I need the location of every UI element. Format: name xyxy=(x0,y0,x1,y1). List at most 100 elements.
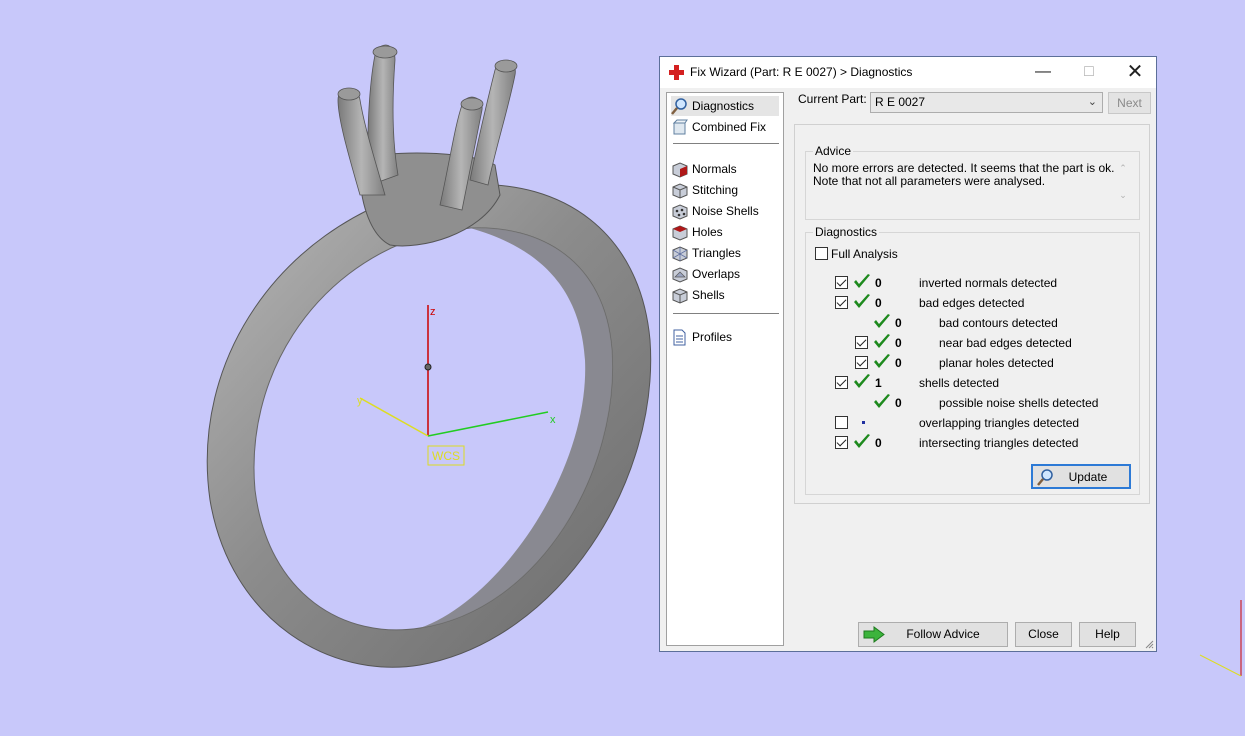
x-axis-label: x xyxy=(550,414,556,426)
diagnostic-checkbox[interactable] xyxy=(835,436,848,449)
follow-advice-label: Follow Advice xyxy=(906,627,980,641)
help-button[interactable]: Help xyxy=(1079,622,1136,647)
green-check-icon xyxy=(874,354,890,368)
green-check-icon xyxy=(874,394,890,408)
diagnostic-label: inverted normals detected xyxy=(919,276,1058,290)
wcs-label: WCS xyxy=(432,449,460,463)
current-part-value: R E 0027 xyxy=(875,95,926,109)
nav-item-shells[interactable]: Shells xyxy=(671,285,779,305)
nav-divider xyxy=(673,313,779,314)
nav-item-label: Profiles xyxy=(692,330,733,344)
pending-dot-icon xyxy=(862,421,865,424)
y-axis-label: y xyxy=(357,395,363,407)
nav-item-noise-shells[interactable]: Noise Shells xyxy=(671,201,779,221)
diagnostic-count: 0 xyxy=(875,296,882,310)
ring-model[interactable] xyxy=(206,44,652,668)
nav-item-combined-fix[interactable]: Combined Fix xyxy=(671,117,779,137)
overlaps-cube-icon xyxy=(672,266,688,283)
diagnostic-label: overlapping triangles detected xyxy=(919,416,1080,430)
shells-cube-icon xyxy=(672,287,688,304)
diagnostic-checkbox[interactable] xyxy=(855,336,868,349)
nav-item-label: Combined Fix xyxy=(692,120,767,134)
diagnostics-title: Diagnostics xyxy=(813,225,880,239)
diagnostic-count: 0 xyxy=(895,356,902,370)
nav-item-stitching[interactable]: Stitching xyxy=(671,180,779,200)
diagnostic-label: possible noise shells detected xyxy=(939,396,1099,410)
diagnostic-count: 0 xyxy=(875,436,882,450)
diagnostic-label: bad edges detected xyxy=(919,296,1025,310)
normals-cube-icon xyxy=(672,161,688,178)
diagnostic-count: 0 xyxy=(875,276,882,290)
nav-divider xyxy=(673,143,779,144)
nav-item-profiles[interactable]: Profiles xyxy=(671,327,779,347)
nav-item-overlaps[interactable]: Overlaps xyxy=(671,264,779,284)
title-bar[interactable]: Fix Wizard (Part: R E 0027) > Diagnostic… xyxy=(660,57,1156,88)
nav-item-label: Diagnostics xyxy=(692,99,755,113)
nav-item-label: Overlaps xyxy=(692,267,741,281)
current-part-select[interactable]: R E 0027 ⌄ xyxy=(870,92,1103,113)
diagnostic-checkbox[interactable] xyxy=(835,416,848,429)
close-window-button[interactable]: ✕ xyxy=(1112,57,1158,88)
nav-item-normals[interactable]: Normals xyxy=(671,159,779,179)
resize-grip-icon[interactable] xyxy=(1144,639,1154,649)
green-arrow-right-icon xyxy=(863,626,885,643)
magnifier-icon xyxy=(671,97,687,115)
next-button[interactable]: Next xyxy=(1108,92,1151,114)
minimize-button[interactable]: — xyxy=(1020,57,1066,88)
update-label: Update xyxy=(1068,470,1108,484)
maximize-button[interactable]: □ xyxy=(1066,57,1112,88)
red-cross-app-icon xyxy=(669,65,684,80)
axis-origin-marker xyxy=(424,363,432,371)
nav-item-label: Normals xyxy=(692,162,737,176)
scroll-up-icon[interactable]: ⌃ xyxy=(1115,162,1131,175)
update-button[interactable]: Update xyxy=(1031,464,1131,489)
dialog-title: Fix Wizard (Part: R E 0027) > Diagnostic… xyxy=(690,65,913,79)
chevron-down-icon: ⌄ xyxy=(1087,96,1097,108)
advice-line: Note that not all parameters were analys… xyxy=(813,174,1046,188)
diagnostic-checkbox[interactable] xyxy=(835,276,848,289)
follow-advice-button[interactable]: Follow Advice xyxy=(858,622,1008,647)
green-check-icon xyxy=(874,334,890,348)
advice-text-box: No more errors are detected. It seems th… xyxy=(813,162,1131,210)
noise-shells-cube-icon xyxy=(672,203,688,220)
nav-item-label: Shells xyxy=(692,288,725,302)
advice-group: Advice No more errors are detected. It s… xyxy=(805,144,1140,220)
combined-fix-icon xyxy=(672,119,688,134)
diagnostic-label: bad contours detected xyxy=(939,316,1058,330)
close-button[interactable]: Close xyxy=(1015,622,1072,647)
document-icon xyxy=(673,329,686,345)
nav-item-diagnostics[interactable]: Diagnostics xyxy=(671,96,779,116)
holes-cube-icon xyxy=(672,224,688,241)
z-axis-label: z xyxy=(430,306,436,318)
diagnostic-checkbox[interactable] xyxy=(855,356,868,369)
nav-item-triangles[interactable]: Triangles xyxy=(671,243,779,263)
advice-title: Advice xyxy=(813,144,854,158)
green-check-icon xyxy=(854,274,870,288)
scroll-down-icon[interactable]: ⌄ xyxy=(1115,189,1131,202)
green-check-icon xyxy=(854,434,870,448)
diagnostics-panel: Advice No more errors are detected. It s… xyxy=(794,124,1150,504)
nav-item-label: Stitching xyxy=(692,183,739,197)
advice-scrollbar[interactable]: ⌃ ⌄ xyxy=(1115,162,1131,210)
full-analysis-checkbox[interactable] xyxy=(815,247,828,260)
nav-item-label: Noise Shells xyxy=(692,204,759,218)
diagnostic-checkbox[interactable] xyxy=(835,296,848,309)
diagnostic-count: 1 xyxy=(875,376,882,390)
stitching-cube-icon xyxy=(672,182,688,199)
green-check-icon xyxy=(854,294,870,308)
green-check-icon xyxy=(874,314,890,328)
nav-item-label: Triangles xyxy=(692,246,741,260)
mini-axes-indicator xyxy=(1199,600,1242,677)
diagnostic-label: shells detected xyxy=(919,376,1000,390)
diagnostics-group: Diagnostics Full Analysis 0 inverted norm… xyxy=(805,225,1140,495)
current-part-label: Current Part: xyxy=(798,92,867,106)
diagnostic-count: 0 xyxy=(895,316,902,330)
nav-item-holes[interactable]: Holes xyxy=(671,222,779,242)
wizard-nav: Diagnostics Combined Fix Normals Stitchi… xyxy=(666,92,784,646)
diagnostic-count: 0 xyxy=(895,396,902,410)
full-analysis-label: Full Analysis xyxy=(831,247,898,261)
diagnostic-label: intersecting triangles detected xyxy=(919,436,1079,450)
diagnostic-checkbox[interactable] xyxy=(835,376,848,389)
triangles-cube-icon xyxy=(672,245,688,262)
green-check-icon xyxy=(854,374,870,388)
